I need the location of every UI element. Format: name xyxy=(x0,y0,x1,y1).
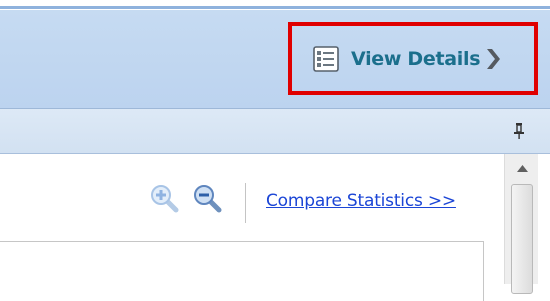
view-details-label: View Details xyxy=(351,47,481,70)
panel-header xyxy=(0,109,550,154)
zoom-in-icon[interactable] xyxy=(148,182,180,214)
scroll-up-button[interactable] xyxy=(505,154,539,182)
top-strip xyxy=(0,0,550,10)
chevron-right-icon xyxy=(487,48,501,69)
view-details-button[interactable]: View Details xyxy=(288,22,538,95)
top-border-line xyxy=(0,6,550,9)
content-area: Compare Statistics >> xyxy=(0,154,504,301)
details-list-icon xyxy=(313,45,339,72)
compare-statistics-link[interactable]: Compare Statistics >> xyxy=(266,191,456,211)
right-edge xyxy=(538,154,550,284)
vertical-scrollbar[interactable] xyxy=(504,154,539,294)
arrow-up-icon xyxy=(516,164,528,172)
pin-icon[interactable] xyxy=(512,122,526,140)
toolbar-separator xyxy=(245,183,246,223)
statistics-content-box xyxy=(0,241,484,301)
zoom-out-icon[interactable] xyxy=(191,182,223,214)
scroll-thumb[interactable] xyxy=(511,184,533,294)
